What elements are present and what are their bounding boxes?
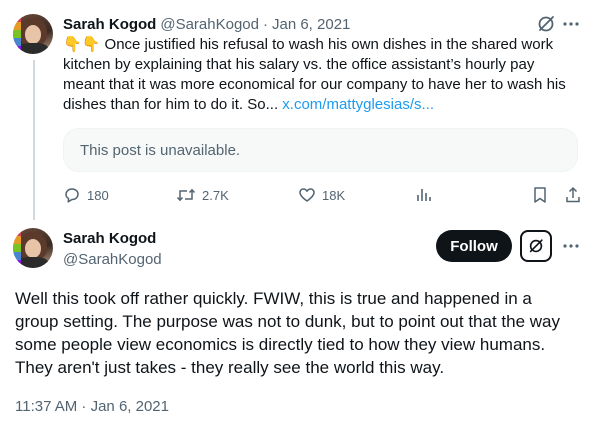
separator-dot: · xyxy=(262,15,268,33)
tweet2-text: Well this took off rather quickly. FWIW,… xyxy=(15,289,560,377)
avatar[interactable] xyxy=(13,14,53,54)
repost-icon xyxy=(176,186,196,204)
quoted-post-unavailable[interactable]: This post is unavailable. xyxy=(63,128,578,172)
reply-icon xyxy=(63,186,81,204)
follow-button[interactable]: Follow xyxy=(436,230,512,262)
like-count: 18K xyxy=(322,187,346,203)
reply-button[interactable]: 180 xyxy=(63,186,109,204)
tweet1-header: Sarah Kogod @SarahKogod · Jan 6, 2021 xyxy=(63,14,350,34)
views-chart-icon[interactable] xyxy=(416,187,432,203)
more-dots-icon[interactable] xyxy=(561,14,581,34)
thread-connector-line xyxy=(33,60,35,220)
tweet1-text: 👇👇 Once justified his refusal to wash hi… xyxy=(63,35,578,115)
reply-count: 180 xyxy=(87,187,109,203)
post-timestamp[interactable]: 11:37 AM · Jan 6, 2021 xyxy=(15,398,169,415)
grok-slash-icon xyxy=(527,237,545,255)
pointing-down-emoji: 👇👇 xyxy=(63,36,101,53)
share-icon[interactable] xyxy=(564,186,582,204)
author-handle[interactable]: @SarahKogod xyxy=(63,251,162,268)
repost-button[interactable]: 2.7K xyxy=(176,186,229,204)
grok-slash-icon[interactable] xyxy=(536,14,556,34)
quote-unavailable-text: This post is unavailable. xyxy=(80,141,241,159)
author-name[interactable]: Sarah Kogod xyxy=(63,230,156,247)
post-date[interactable]: Jan 6, 2021 xyxy=(272,16,350,33)
bookmark-icon[interactable] xyxy=(532,186,548,204)
grok-button[interactable] xyxy=(520,230,552,262)
heart-icon xyxy=(298,186,316,204)
like-button[interactable]: 18K xyxy=(298,186,345,204)
repost-count: 2.7K xyxy=(202,187,229,203)
more-dots-icon[interactable] xyxy=(561,236,581,256)
avatar[interactable] xyxy=(13,228,53,268)
tweet1-link[interactable]: x.com/mattyglesias/s... xyxy=(282,96,434,113)
author-handle[interactable]: @SarahKogod xyxy=(160,16,259,33)
author-name[interactable]: Sarah Kogod xyxy=(63,16,156,33)
